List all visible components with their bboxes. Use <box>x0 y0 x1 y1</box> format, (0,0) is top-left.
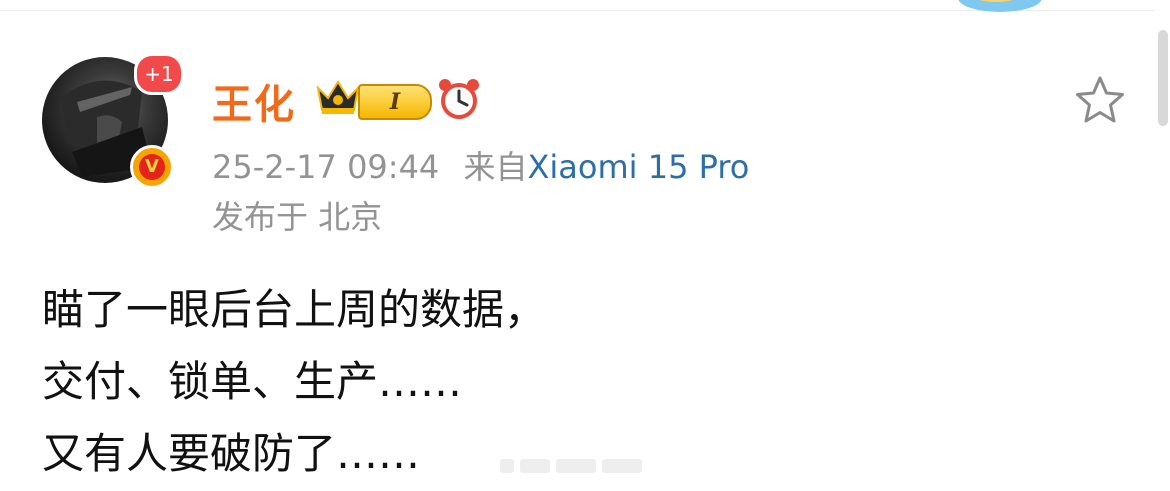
post-text-line: 又有人要破防了…… <box>42 429 421 478</box>
crown-icon <box>316 80 360 114</box>
post-text-line: 瞄了一眼后台上周的数据， <box>42 285 547 334</box>
device-link[interactable]: Xiaomi 15 Pro <box>527 148 749 186</box>
level-badge[interactable]: I <box>358 84 432 120</box>
post-body: 瞄了一眼后台上周的数据， 交付、锁单、生产…… 又有人要破防了…… <box>42 274 546 490</box>
watermark-icon <box>500 459 642 473</box>
follow-count-badge: +1 <box>134 53 184 95</box>
verified-icon: V <box>130 145 174 189</box>
verified-mark: V <box>139 154 165 180</box>
post-time: 25-2-17 09:44 <box>212 148 440 186</box>
star-icon[interactable] <box>1074 75 1126 125</box>
post-location: 发布于 北京 <box>212 198 383 236</box>
post-text-line: 交付、锁单、生产…… <box>42 357 463 406</box>
clock-icon <box>439 79 479 119</box>
post-meta: 25-2-17 09:44 来自Xiaomi 15 Pro <box>212 142 749 188</box>
username[interactable]: 王化 <box>212 72 296 130</box>
scrollbar[interactable] <box>1158 30 1168 126</box>
top-decoration-icon <box>958 0 1042 12</box>
avatar[interactable]: +1 V <box>42 53 184 189</box>
source-prefix: 来自 <box>463 148 528 186</box>
